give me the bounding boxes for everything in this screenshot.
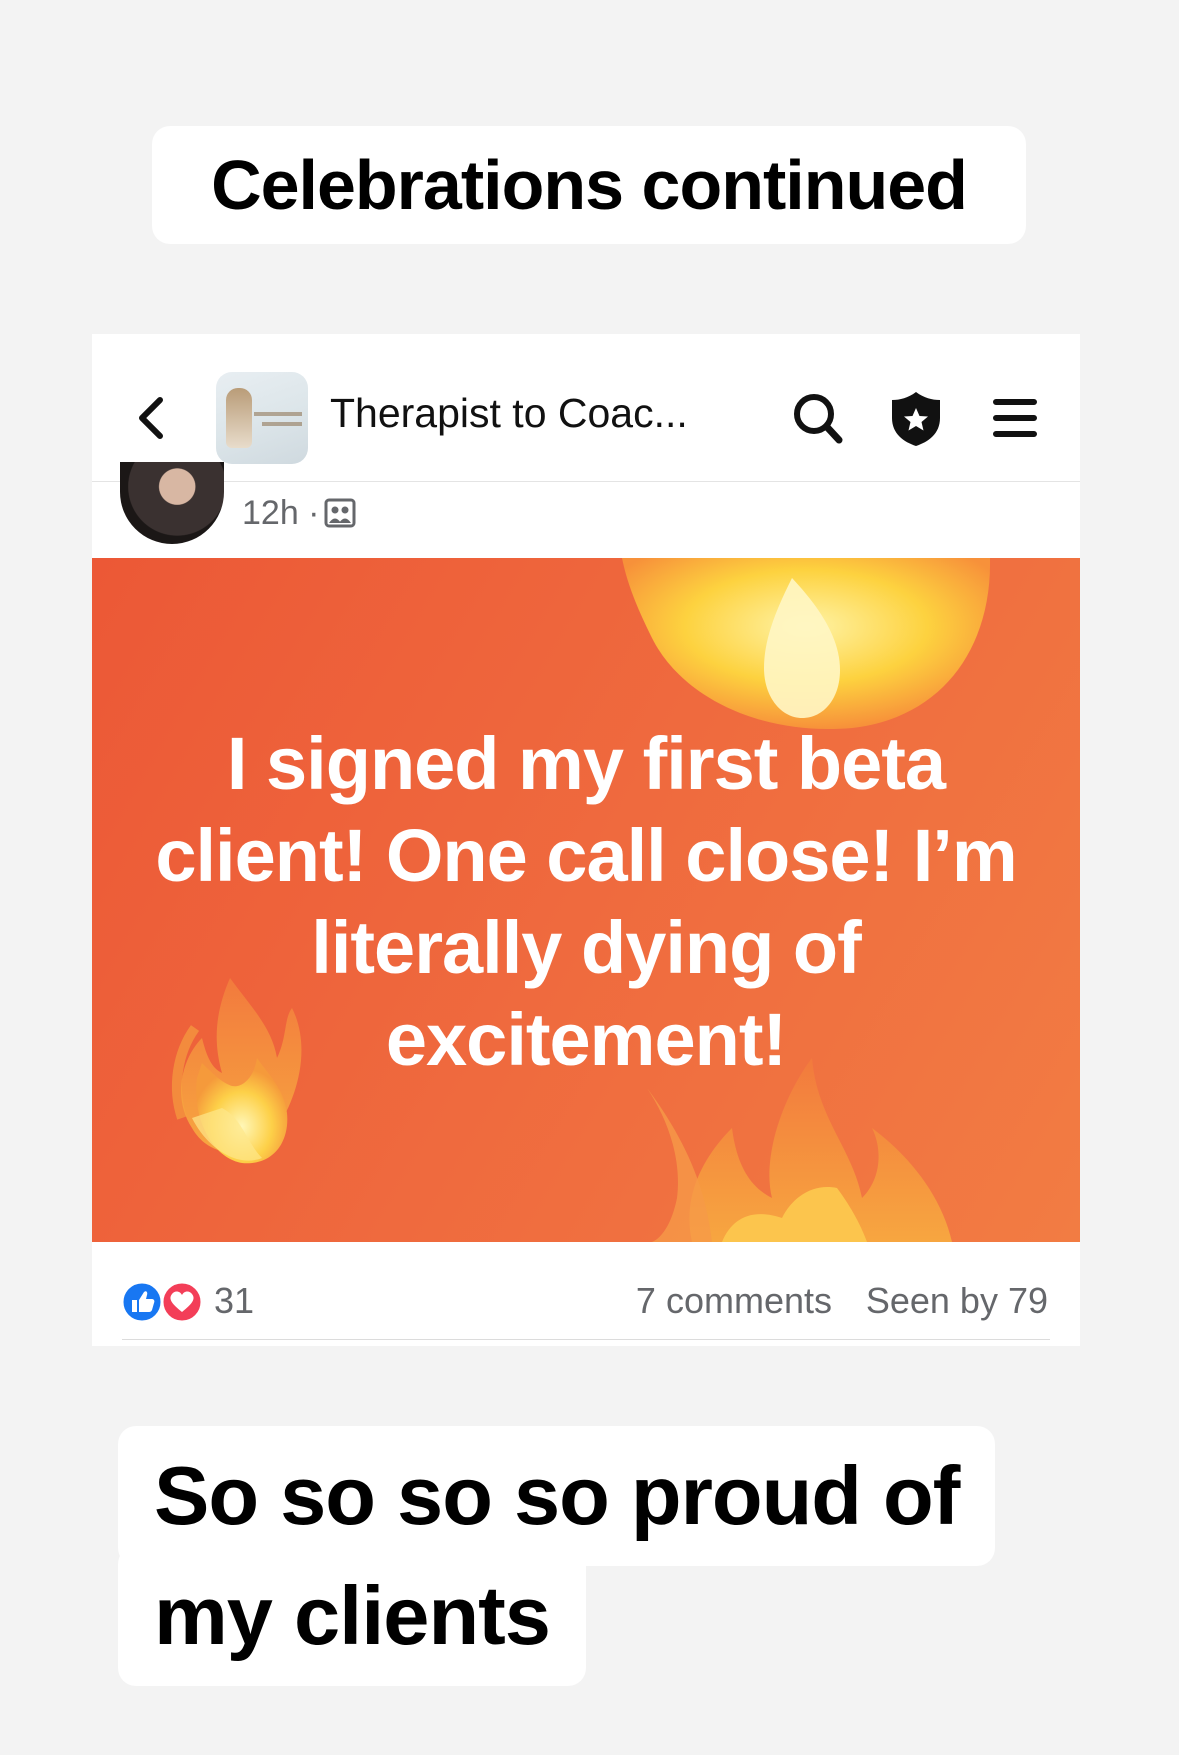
caption-bottom-line-2: my clients: [118, 1546, 586, 1686]
avatar[interactable]: [120, 462, 224, 544]
post-time: 12h ·: [242, 494, 320, 532]
story-caption-top: Celebrations continued: [152, 126, 1026, 244]
post-image-text: I signed my first beta client! One call …: [155, 722, 1017, 1081]
like-icon: [120, 1280, 164, 1324]
menu-icon[interactable]: [988, 388, 1044, 448]
divider: [122, 1339, 1050, 1340]
facebook-post-screenshot: Therapist to Coac... 12h · I signed my f…: [92, 334, 1080, 1346]
post-image[interactable]: I signed my first beta client! One call …: [92, 558, 1080, 1242]
group-thumbnail[interactable]: [216, 372, 308, 464]
group-header: Therapist to Coac...: [92, 334, 1080, 482]
group-name[interactable]: Therapist to Coac...: [330, 390, 688, 437]
seen-by[interactable]: Seen by 79: [866, 1280, 1048, 1322]
reaction-count[interactable]: 31: [214, 1280, 254, 1322]
thumbnail-figure: [226, 388, 252, 448]
comments-count[interactable]: 7 comments: [636, 1280, 832, 1322]
shield-star-icon[interactable]: [888, 388, 944, 448]
caption-top-text: Celebrations continued: [211, 146, 968, 224]
chevron-left-icon[interactable]: [132, 392, 168, 444]
love-icon: [160, 1280, 204, 1324]
caption-bottom-line-1: So so so so proud of: [118, 1426, 996, 1566]
search-icon[interactable]: [790, 388, 846, 448]
group-members-icon: [324, 498, 356, 528]
reactions-row: 31 7 comments Seen by 79: [92, 1242, 1080, 1340]
reaction-icons[interactable]: [120, 1280, 206, 1324]
post-meta: 12h ·: [92, 462, 1080, 558]
